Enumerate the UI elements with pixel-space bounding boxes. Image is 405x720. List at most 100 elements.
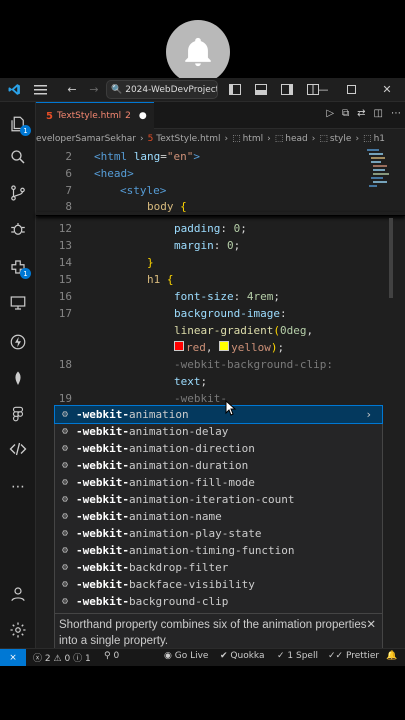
maximize-icon[interactable] (340, 79, 362, 101)
suggestion-item[interactable]: ⚙ -webkit-animation-direction (55, 440, 382, 457)
run-icon[interactable]: ▷ (326, 108, 334, 119)
settings-gear-icon[interactable] (6, 618, 30, 642)
editor-more-icon[interactable]: ⋯ (391, 108, 401, 119)
code-line: <html lang="en"> (94, 150, 200, 163)
spell-check-indicator[interactable]: ✓ 1 Spell (277, 651, 318, 661)
open-preview-icon[interactable]: ⧉ (342, 108, 349, 119)
line-number: 12 (58, 222, 72, 235)
suggestion-item[interactable]: ⚙ -webkit-animation › (54, 405, 383, 424)
menu-icon[interactable] (29, 79, 51, 101)
unsaved-dot-icon[interactable]: ● (139, 111, 147, 121)
run-debug-icon[interactable] (6, 217, 30, 241)
toggle-panel-icon[interactable] (250, 79, 272, 101)
property-icon: ⚙ (61, 528, 69, 539)
radio-tower-icon: ⚲ (104, 651, 111, 661)
explorer-icon[interactable]: 1 (6, 112, 31, 136)
notifications-icon[interactable]: 🔔 (386, 651, 397, 661)
info-icon: ⓘ (73, 654, 83, 664)
breadcrumb-file[interactable]: TextStyle.html (156, 134, 220, 144)
element-icon: ⬚ (232, 133, 241, 144)
spell-check-icon: ✓ (277, 651, 285, 661)
title-bar: ← → 🔍 2024-WebDevProjects — ✕ (0, 78, 405, 102)
code-line: -webkit- (174, 392, 227, 405)
source-control-icon[interactable] (6, 181, 30, 205)
code-line: linear-gradient(0deg, (174, 324, 314, 337)
forward-arrow-icon[interactable]: → (83, 79, 105, 101)
suggestion-item[interactable]: ⚙ -webkit-backface-visibility (55, 576, 382, 593)
bell-icon (185, 37, 211, 67)
split-editor-icon[interactable]: ◫ (374, 108, 383, 119)
figma-icon[interactable] (6, 402, 30, 426)
go-live-button[interactable]: ◉ Go Live (164, 651, 208, 661)
code-tags-icon[interactable] (6, 437, 30, 461)
broadcast-icon: ◉ (164, 651, 172, 661)
line-number: 6 (65, 167, 72, 180)
search-view-icon[interactable] (6, 145, 30, 169)
command-center-search[interactable]: 🔍 2024-WebDevProjects (106, 80, 218, 99)
line-number: 19 (58, 392, 72, 405)
close-details-icon[interactable]: ✕ (366, 617, 376, 633)
suggestion-item[interactable]: ⚙ -webkit-animation-iteration-count (55, 491, 382, 508)
tab-textstyle-html[interactable]: 5 TextStyle.html 2 ● (36, 102, 154, 129)
problems-indicator[interactable]: ⓧ 2 ⚠ 0 ⓘ 1 (33, 651, 91, 664)
breadcrumb-h1[interactable]: h1 (374, 134, 385, 144)
property-icon: ⚙ (61, 511, 69, 522)
breadcrumb-head[interactable]: head (285, 134, 307, 144)
close-icon[interactable]: ✕ (376, 79, 398, 101)
extensions-icon[interactable]: 1 (6, 255, 31, 279)
html5-icon: 5 (46, 110, 53, 122)
line-number: 13 (58, 239, 72, 252)
suggestion-item[interactable]: ⚙ -webkit-animation-delay (55, 423, 382, 440)
remote-explorer-icon[interactable] (6, 291, 30, 315)
suggestion-widget: ⚙ -webkit-animation › ⚙ -webkit-animation-d… (54, 400, 383, 651)
property-icon: ⚙ (61, 426, 69, 437)
suggestion-item[interactable]: ⚙ -webkit-backdrop-filter (55, 559, 382, 576)
property-icon: ⚙ (61, 460, 69, 471)
toggle-secondary-sidebar-icon[interactable] (276, 79, 298, 101)
quokka-button[interactable]: ✔ Quokka (220, 651, 265, 661)
breadcrumb-html[interactable]: html (243, 134, 264, 144)
remote-indicator-icon[interactable]: ⨯ (0, 649, 26, 666)
read-more-icon[interactable]: › (365, 408, 372, 421)
prettier-button[interactable]: ✓✓ Prettier (328, 651, 379, 661)
toggle-sidebar-icon[interactable] (224, 79, 246, 101)
line-number: 15 (58, 273, 72, 286)
vscode-logo-icon (3, 79, 25, 101)
property-icon: ⚙ (61, 562, 69, 573)
thunder-client-icon[interactable] (6, 330, 30, 354)
double-check-icon: ✓✓ (328, 651, 344, 661)
breadcrumb-style[interactable]: style (330, 134, 352, 144)
property-icon: ⚙ (61, 596, 69, 607)
selector-icon: ⬚ (363, 133, 372, 144)
suggestion-item[interactable]: ⚙ -webkit-animation-duration (55, 457, 382, 474)
scrollbar-thumb[interactable] (389, 218, 393, 298)
element-icon: ⬚ (274, 133, 284, 144)
notification-bell-overlay (166, 20, 230, 84)
breadcrumb-folder[interactable]: eveloperSamarSekhar (36, 134, 136, 144)
suggestion-item[interactable]: ⚙ -webkit-background-clip (55, 593, 382, 610)
minimap-preview (367, 149, 389, 187)
code-line: margin: 0; (174, 239, 241, 252)
minimize-icon[interactable]: — (312, 79, 334, 101)
back-arrow-icon[interactable]: ← (61, 79, 83, 101)
html5-small-icon: 5 (147, 133, 154, 144)
ports-indicator[interactable]: ⚲ 0 (104, 651, 119, 661)
suggestion-item[interactable]: ⚙ -webkit-animation-timing-function (55, 542, 382, 559)
suggestion-item[interactable]: ⚙ -webkit-animation-name (55, 508, 382, 525)
search-icon: 🔍 (111, 84, 123, 95)
compare-icon[interactable]: ⇄ (357, 108, 365, 119)
code-line: text; (174, 375, 208, 388)
line-number: 18 (58, 358, 72, 371)
suggestion-item[interactable]: ⚙ -webkit-animation-play-state (55, 525, 382, 542)
mongodb-leaf-icon[interactable] (6, 367, 30, 391)
editor-tabs: 5 TextStyle.html 2 ● ▷ ⧉ ⇄ ◫ ⋯ (36, 102, 405, 129)
code-line: } (147, 256, 154, 269)
suggestion-item[interactable]: ⚙ -webkit-animation-fill-mode (55, 474, 382, 491)
property-icon: ⚙ (61, 443, 69, 454)
color-swatch-yellow[interactable] (219, 341, 230, 351)
account-icon[interactable] (6, 582, 30, 606)
more-icon[interactable]: ⋯ (6, 475, 30, 499)
property-icon: ⚙ (61, 477, 69, 488)
color-swatch-red[interactable] (174, 341, 184, 351)
code-line: h1 { (147, 273, 174, 286)
